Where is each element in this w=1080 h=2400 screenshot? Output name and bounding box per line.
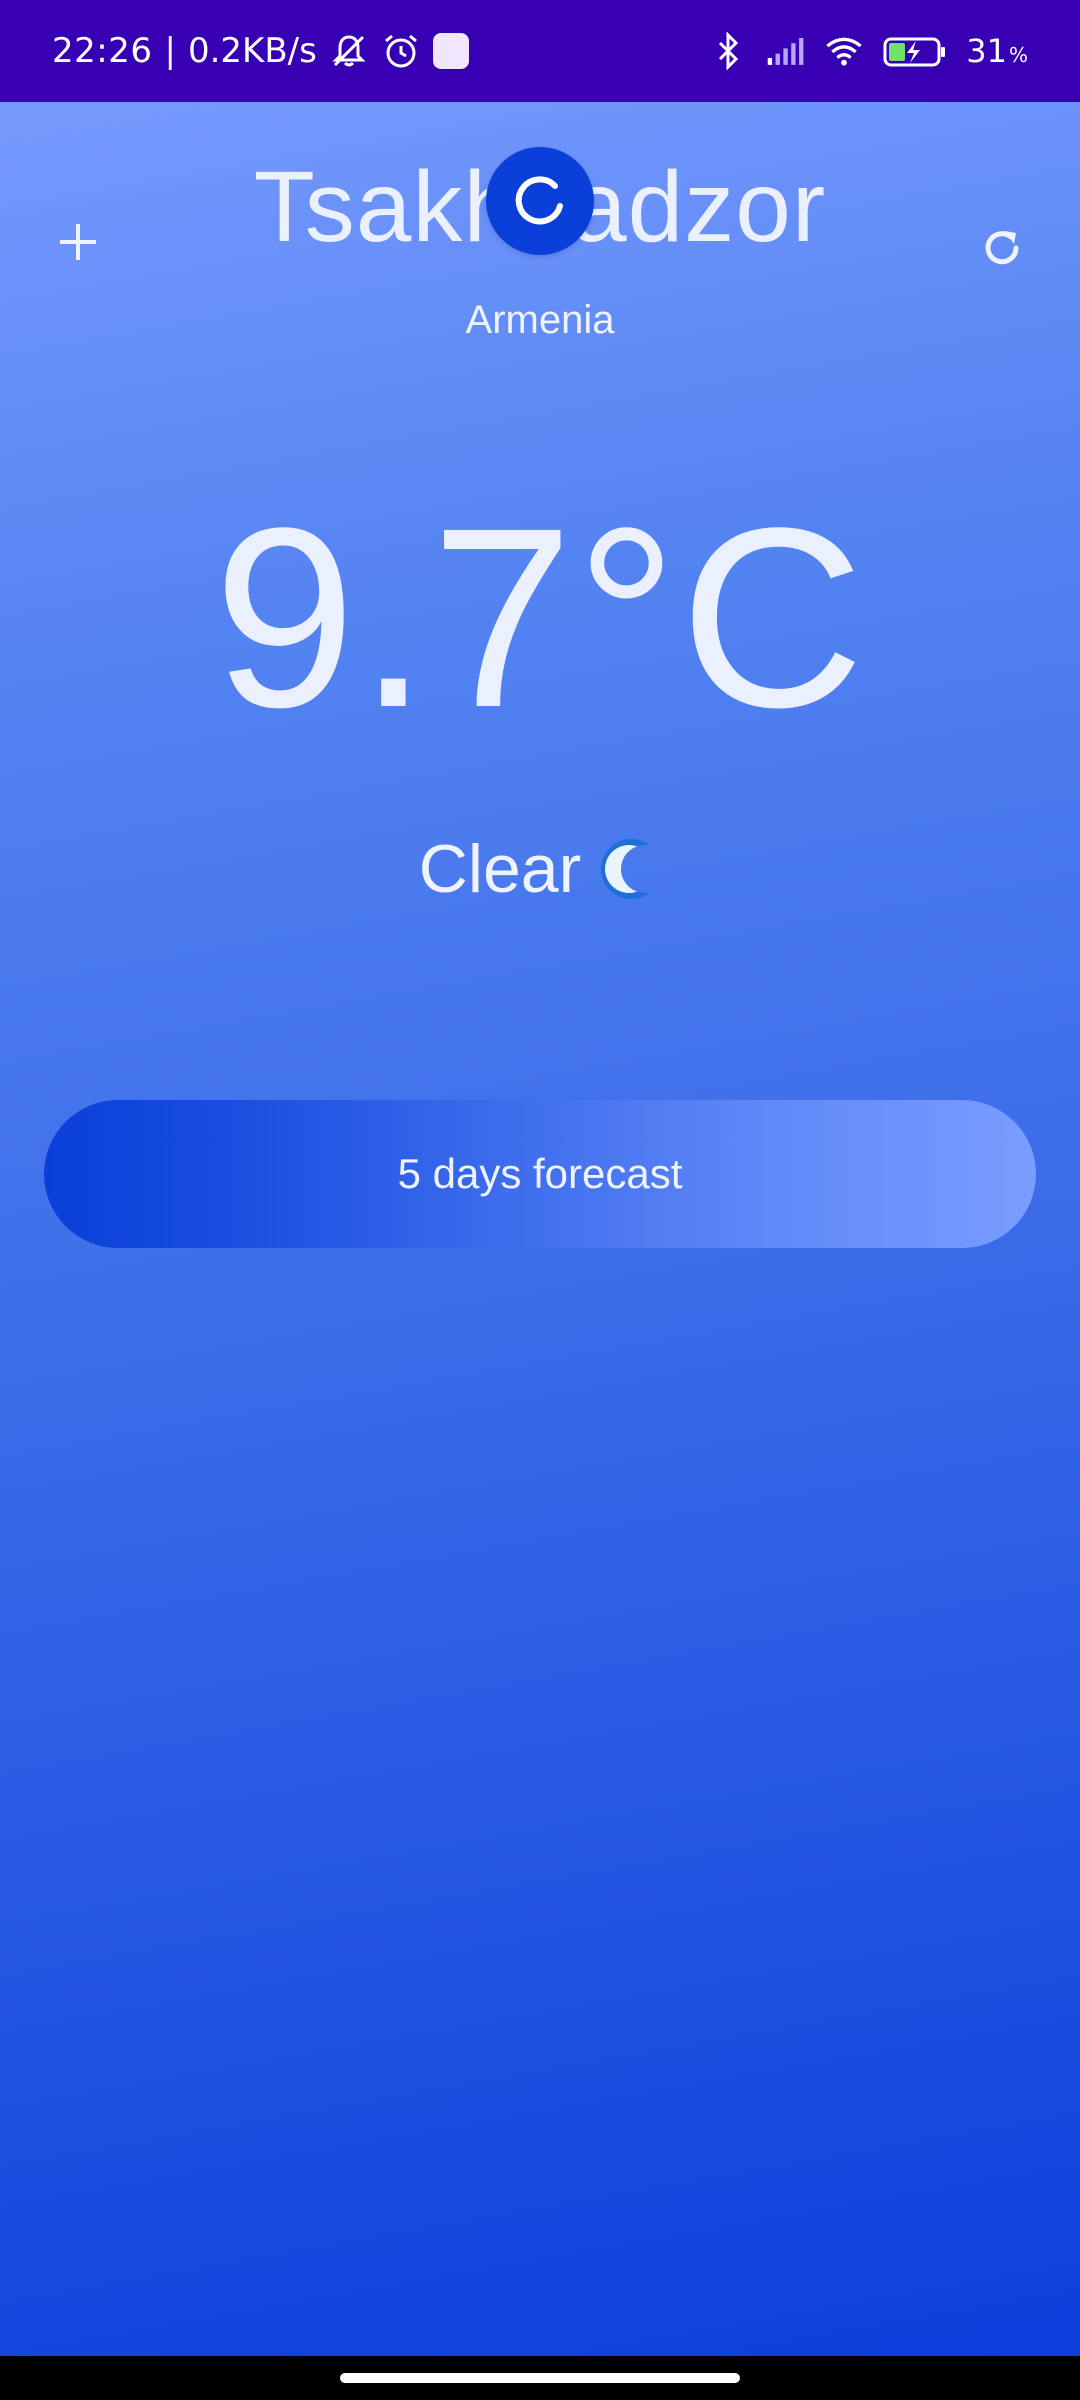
- refresh-icon: [985, 231, 1019, 265]
- alarm-icon: [381, 31, 421, 71]
- bell-muted-icon: [329, 31, 369, 71]
- condition-label: Clear: [418, 831, 582, 907]
- spinner-icon: [515, 176, 563, 225]
- refresh-button[interactable]: [972, 218, 1032, 278]
- forecast-button-label: 5 days forecast: [397, 1150, 683, 1197]
- status-right: 31%: [708, 0, 1028, 102]
- five-day-forecast-button[interactable]: 5 days forecast: [44, 1100, 1036, 1248]
- status-time: 22:26: [52, 31, 153, 71]
- network-speed: 0.2KB/s: [187, 31, 317, 71]
- crescent-moon-icon: [601, 839, 662, 899]
- status-bar: 22:26 | 0.2KB/s 31 %: [0, 0, 1080, 102]
- country-name: Armenia: [465, 298, 615, 342]
- app-square-icon: [432, 33, 469, 69]
- current-temperature: 9.7°C: [213, 475, 867, 761]
- battery-charging-icon: [882, 31, 948, 71]
- weather-condition: Clear: [0, 830, 1080, 908]
- battery-value: 31: [966, 32, 1007, 70]
- loading-spinner: [486, 147, 594, 255]
- status-separator: |: [164, 31, 176, 71]
- battery-unit: %: [1008, 43, 1028, 67]
- cell-signal-icon: [766, 31, 806, 71]
- bluetooth-icon: [708, 31, 748, 71]
- battery-percent: 31%: [966, 32, 1028, 70]
- wifi-icon: [824, 31, 864, 71]
- weather-screen: 22:26 | 0.2KB/s 31 % Armenia 9.7°C Clear…: [0, 0, 1080, 2400]
- status-left: 22:26 | 0.2KB/s: [52, 0, 469, 102]
- navigation-bar: [0, 2356, 1080, 2400]
- home-indicator[interactable]: [340, 2373, 740, 2383]
